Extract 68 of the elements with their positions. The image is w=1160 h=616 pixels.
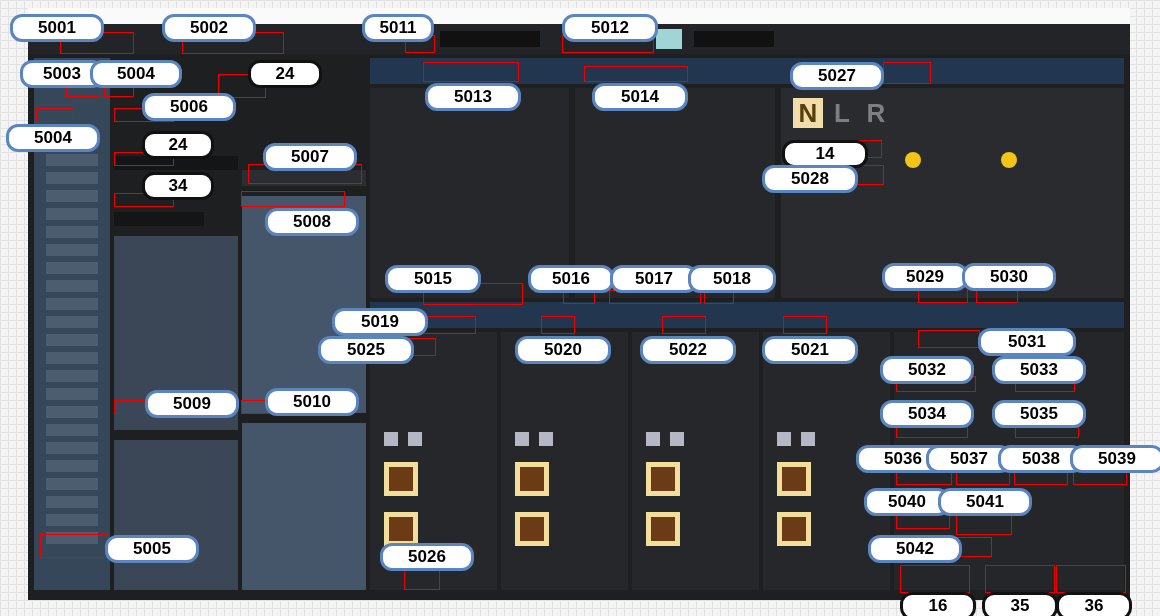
square-icon (801, 432, 815, 446)
callout-label: 5004 (90, 60, 182, 88)
toolbar-button[interactable] (656, 29, 682, 49)
stop-icon[interactable] (384, 512, 418, 546)
stop-icon[interactable] (646, 512, 680, 546)
highlight-box (541, 316, 575, 334)
callout-label: 5032 (880, 356, 974, 384)
callout-label: 5028 (762, 165, 858, 193)
stop-icon[interactable] (515, 462, 549, 496)
callout-label: 34 (142, 172, 214, 200)
highlight-box (783, 316, 827, 334)
callout-label: 5007 (263, 143, 357, 171)
square-icon (646, 432, 660, 446)
callout-label: 24 (142, 131, 214, 159)
callout-label: 5025 (318, 336, 414, 364)
callout-label: 5039 (1070, 445, 1160, 473)
callout-label: 5004 (6, 124, 100, 152)
callout-label: 5005 (105, 535, 199, 563)
callout-label: 24 (248, 60, 322, 88)
callout-label: 5015 (385, 265, 481, 293)
callout-label: 5033 (992, 356, 1086, 384)
stop-icon[interactable] (384, 462, 418, 496)
mode-button[interactable]: N (792, 98, 823, 128)
callout-label: 5020 (515, 336, 611, 364)
square-icon (408, 432, 422, 446)
callout-label: 5011 (362, 14, 434, 42)
callout-label: 5019 (332, 308, 428, 336)
callout-label: 5022 (640, 336, 736, 364)
callout-label: 5034 (880, 400, 974, 428)
square-icon (777, 432, 791, 446)
highlight-box (36, 108, 74, 122)
callout-label: 5021 (762, 336, 858, 364)
callout-label: 5031 (978, 328, 1076, 356)
callout-label: 5001 (10, 14, 104, 42)
callout-label: 5008 (265, 208, 359, 236)
callout-label: 5014 (592, 83, 688, 111)
stop-icon[interactable] (515, 512, 549, 546)
stop-icon[interactable] (646, 462, 680, 496)
square-icon (515, 432, 529, 446)
callout-label: 5016 (528, 265, 614, 293)
callout-label: 5013 (425, 83, 521, 111)
callout-label: 5012 (562, 14, 658, 42)
callout-label: 5026 (380, 543, 474, 571)
callout-label: 16 (900, 592, 976, 616)
callout-label: 5030 (962, 263, 1056, 291)
mode-button[interactable]: R (860, 98, 891, 128)
stop-icon[interactable] (777, 462, 811, 496)
callout-label: 5035 (992, 400, 1086, 428)
callout-label: 36 (1056, 592, 1132, 616)
square-icon (539, 432, 553, 446)
callout-label: 5027 (790, 62, 884, 90)
callout-label: 5002 (162, 14, 256, 42)
callout-label: 35 (982, 592, 1058, 616)
highlight-box (662, 316, 706, 334)
callout-label: 5041 (938, 488, 1032, 516)
callout-label: 14 (782, 140, 868, 168)
callout-label: 5009 (145, 390, 239, 418)
callout-label: 5018 (688, 265, 776, 293)
stop-icon[interactable] (777, 512, 811, 546)
action-button[interactable] (242, 170, 366, 186)
mode-button[interactable]: L (826, 98, 857, 128)
callout-label: 5042 (868, 535, 962, 563)
callout-label: 5010 (265, 388, 359, 416)
square-icon (384, 432, 398, 446)
callout-label: 5006 (142, 93, 236, 121)
lamp-icon (1000, 152, 1017, 168)
square-icon (670, 432, 684, 446)
lamp-icon (904, 152, 921, 168)
